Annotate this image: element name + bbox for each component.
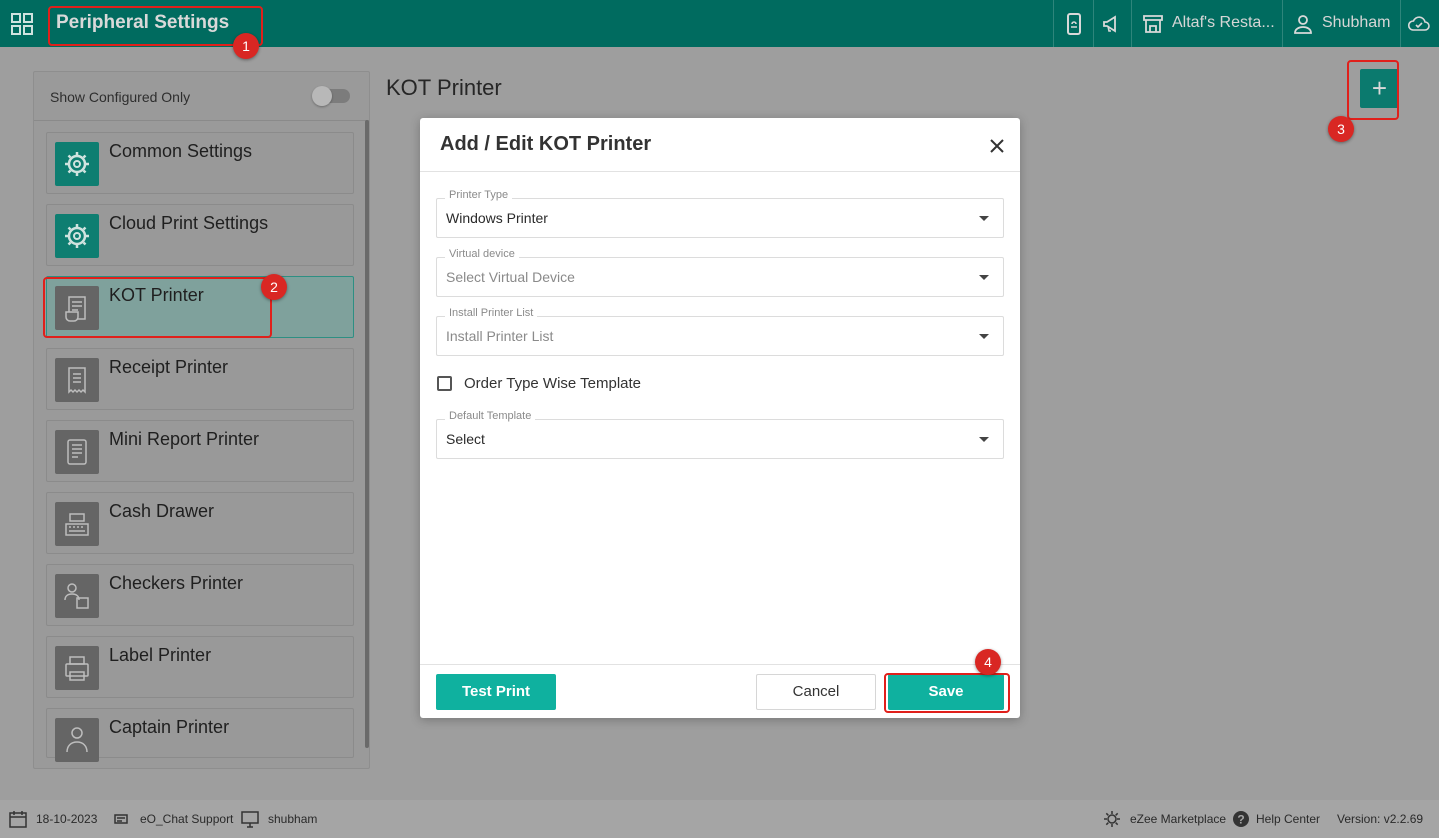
- gear-icon: [55, 142, 99, 186]
- divider: [1093, 0, 1094, 47]
- sidebar-item-label-printer[interactable]: Label Printer: [46, 636, 354, 698]
- store-icon[interactable]: [1141, 12, 1165, 36]
- sidebar-item-cloud-print-settings[interactable]: Cloud Print Settings: [46, 204, 354, 266]
- field-value: Windows Printer: [446, 210, 548, 226]
- sidebar-item-common-settings[interactable]: Common Settings: [46, 132, 354, 194]
- divider: [1282, 0, 1283, 47]
- captain-icon: [55, 718, 99, 762]
- cash-register-icon: [55, 502, 99, 546]
- order-type-label[interactable]: Order Type Wise Template: [464, 375, 641, 392]
- cloud-check-icon[interactable]: [1407, 12, 1431, 36]
- sidebar-item-mini-report-printer[interactable]: Mini Report Printer: [46, 420, 354, 482]
- test-print-button[interactable]: Test Print: [436, 674, 556, 710]
- current-date: 18-10-2023: [36, 812, 98, 826]
- annotation-badge: 1: [233, 33, 259, 59]
- divider: [1053, 0, 1054, 47]
- dialog-title: Add / Edit KOT Printer: [440, 133, 652, 155]
- annotation-highlight: [1347, 60, 1399, 120]
- label-printer-icon: [55, 646, 99, 690]
- sidebar-item-label: Captain Printer: [109, 717, 230, 737]
- sidebar-item-label: Receipt Printer: [109, 357, 229, 377]
- divider: [1400, 0, 1401, 47]
- sidebar-item-cash-drawer[interactable]: Cash Drawer: [46, 492, 354, 554]
- status-bar: 18-10-2023 eO_Chat Support shubham eZee …: [0, 800, 1439, 838]
- user-name[interactable]: Shubham: [1322, 14, 1391, 32]
- field-placeholder: Install Printer List: [446, 328, 554, 344]
- sidebar-item-receipt-printer[interactable]: Receipt Printer: [46, 348, 354, 410]
- chevron-down-icon: [979, 275, 989, 280]
- section-heading: KOT Printer: [386, 75, 502, 100]
- user-icon[interactable]: [1291, 12, 1315, 36]
- sidebar-item-label: Cash Drawer: [109, 501, 215, 521]
- divider: [420, 171, 1020, 172]
- field-label: Install Printer List: [445, 307, 538, 319]
- cancel-button[interactable]: Cancel: [756, 674, 876, 710]
- field-value: Select: [446, 431, 485, 447]
- marketplace-link[interactable]: eZee Marketplace: [1130, 812, 1226, 826]
- annotation-badge: 2: [261, 274, 287, 300]
- chevron-down-icon: [979, 437, 989, 442]
- megaphone-icon[interactable]: [1101, 12, 1125, 36]
- chat-support-link[interactable]: eO_Chat Support: [140, 812, 233, 826]
- calendar-icon: [9, 811, 27, 828]
- sidebar-item-captain-printer[interactable]: Captain Printer: [46, 708, 354, 762]
- annotation-badge: 4: [975, 649, 1001, 675]
- apps-grid-icon[interactable]: [10, 12, 34, 36]
- gear-icon[interactable]: [1102, 809, 1122, 829]
- show-configured-label: Show Configured Only: [50, 89, 191, 105]
- field-label: Default Template: [445, 410, 536, 422]
- field-label: Printer Type: [445, 189, 513, 201]
- sidebar-scrollbar[interactable]: [365, 120, 369, 748]
- order-type-checkbox[interactable]: [437, 376, 452, 391]
- add-edit-kot-printer-dialog: Add / Edit KOT Printer Printer Type Wind…: [420, 118, 1020, 718]
- mobile-order-icon[interactable]: [1062, 12, 1086, 36]
- annotation-badge: 3: [1328, 116, 1354, 142]
- sidebar-item-label: Common Settings: [109, 141, 253, 161]
- monitor-icon: [241, 811, 259, 828]
- settings-sidebar: Show Configured Only Common Settings Clo…: [33, 71, 370, 769]
- divider: [34, 120, 369, 121]
- field-label: Virtual device: [445, 248, 519, 260]
- report-printer-icon: [55, 430, 99, 474]
- install-printer-select[interactable]: Install Printer List Install Printer Lis…: [436, 307, 1004, 356]
- default-template-select[interactable]: Default Template Select: [436, 410, 1004, 459]
- sidebar-item-label: Label Printer: [109, 645, 212, 665]
- annotation-highlight: [48, 6, 263, 46]
- sidebar-item-label: Mini Report Printer: [109, 429, 260, 449]
- sidebar-item-label: Cloud Print Settings: [109, 213, 269, 233]
- divider: [420, 664, 1020, 665]
- terminal-name: shubham: [268, 812, 318, 826]
- sidebar-item-checkers-printer[interactable]: Checkers Printer: [46, 564, 354, 626]
- chevron-down-icon: [979, 216, 989, 221]
- printer-type-select[interactable]: Printer Type Windows Printer: [436, 189, 1004, 238]
- receipt-icon: [55, 358, 99, 402]
- sidebar-item-label: Checkers Printer: [109, 573, 244, 593]
- help-center-link[interactable]: Help Center: [1256, 812, 1320, 826]
- svg-text:?: ?: [1237, 813, 1244, 827]
- annotation-highlight: [884, 673, 1010, 713]
- app-version: Version: v2.2.69: [1337, 812, 1424, 826]
- chat-support-icon[interactable]: [112, 809, 132, 829]
- show-configured-toggle[interactable]: [312, 86, 350, 106]
- gear-icon: [55, 214, 99, 258]
- divider: [1131, 0, 1132, 47]
- chevron-down-icon: [979, 334, 989, 339]
- close-icon[interactable]: [984, 133, 1010, 159]
- field-placeholder: Select Virtual Device: [446, 269, 575, 285]
- toggle-knob: [312, 86, 332, 106]
- virtual-device-select[interactable]: Virtual device Select Virtual Device: [436, 248, 1004, 297]
- restaurant-name[interactable]: Altaf's Resta...: [1172, 14, 1275, 32]
- checker-icon: [55, 574, 99, 618]
- help-icon[interactable]: ?: [1231, 809, 1251, 829]
- annotation-highlight: [43, 277, 272, 338]
